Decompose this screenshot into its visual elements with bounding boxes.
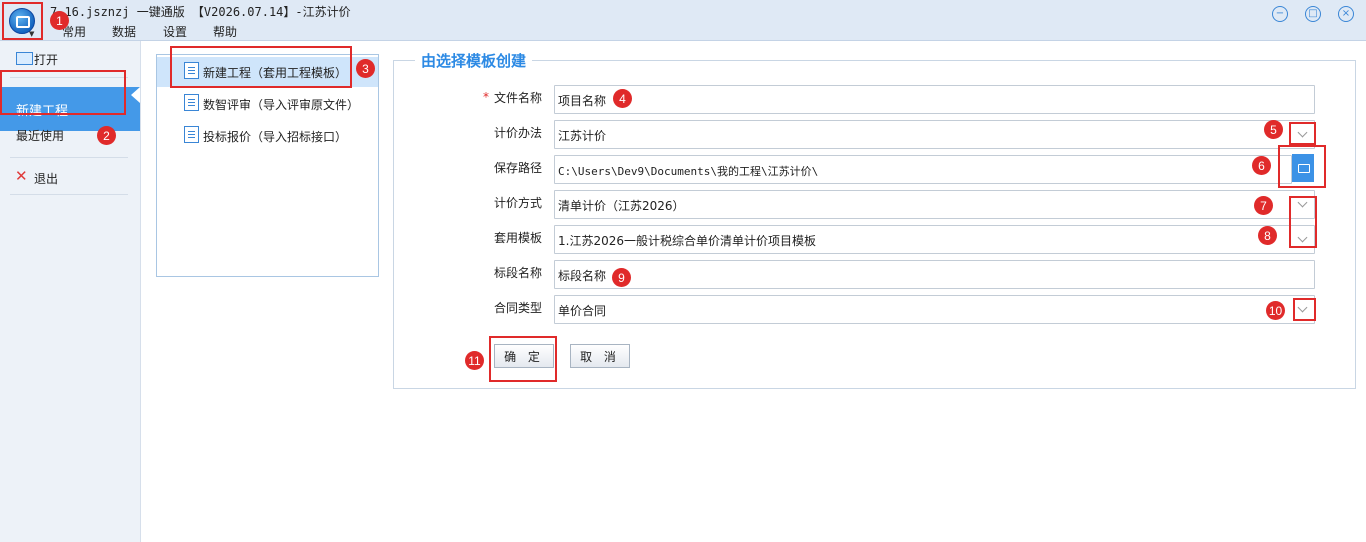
window-title: 7.16.jsznzj 一键通版 【V2026.07.14】-江苏计价 [50,5,351,19]
label-file-name: 文件名称 [493,91,542,105]
menu-help[interactable]: 帮助 [213,23,237,40]
nav-item-recent[interactable]: 最近使用 [0,119,140,149]
contract-type-select[interactable]: 单价合同 [554,295,1315,324]
label-template: 套用模板 [493,231,542,245]
annotation-box [1289,196,1317,248]
save-path-input[interactable]: C:\Users\Dev9\Documents\我的工程\江苏计价\ [554,155,1292,184]
annotation-box [489,336,557,382]
field-value: 江苏计价 [558,129,607,143]
list-item-smart-review[interactable]: 数智评审（导入评审原文件） [157,89,378,119]
field-value: 清单计价（江苏2026） [558,199,685,213]
maximize-icon[interactable]: □ [1305,6,1321,22]
label-contract-type: 合同类型 [493,301,542,315]
cancel-button[interactable]: 取 消 [570,344,630,368]
label-save-path: 保存路径 [493,161,542,175]
annotation-badge: 8 [1258,226,1277,245]
nav-item-exit[interactable]: ✕ 退出 [0,162,140,192]
annotation-box [2,2,43,40]
label-section-name: 标段名称 [493,266,542,280]
divider [10,194,128,195]
field-value: 单价合同 [558,304,607,318]
field-value: 标段名称 [558,269,607,283]
list-item-bid-quote[interactable]: 投标报价（导入招标接口） [157,121,378,151]
annotation-badge: 3 [356,59,375,78]
field-value: C:\Users\Dev9\Documents\我的工程\江苏计价\ [558,165,819,178]
annotation-badge: 5 [1264,120,1283,139]
annotation-badge: 11 [465,351,484,370]
label-pricing-mode: 计价方式 [493,196,542,210]
minimize-icon[interactable]: − [1272,6,1288,22]
annotation-box [170,46,352,88]
close-icon[interactable]: × [1338,6,1354,22]
menu-data[interactable]: 数据 [112,23,136,40]
nav-item-label: 打开 [34,53,59,67]
pricing-mode-select[interactable]: 清单计价（江苏2026） [554,190,1315,219]
annotation-box [1293,298,1316,321]
list-item-label: 投标报价（导入招标接口） [203,130,348,144]
annotation-badge: 9 [612,268,631,287]
nav-item-open[interactable]: 打开 [0,43,140,73]
pricing-method-select[interactable]: 江苏计价 [554,120,1315,149]
menu-settings[interactable]: 设置 [163,23,187,40]
annotation-box [1278,145,1326,188]
field-value: 1.江苏2026一般计税综合单价清单计价项目模板 [558,234,816,248]
annotation-badge: 10 [1266,301,1285,320]
file-name-input[interactable]: 项目名称 [554,85,1315,114]
annotation-box [1289,122,1316,145]
annotation-badge: 7 [1254,196,1273,215]
nav-item-label: 退出 [34,172,59,186]
document-icon [184,94,199,111]
field-value: 项目名称 [558,94,607,108]
divider [10,157,128,158]
close-x-icon: ✕ [15,167,28,185]
section-name-input[interactable]: 标段名称 [554,260,1315,289]
nav-item-label: 最近使用 [16,129,65,143]
template-select[interactable]: 1.江苏2026一般计税综合单价清单计价项目模板 [554,225,1315,254]
folder-icon [16,52,33,65]
list-item-label: 数智评审（导入评审原文件） [203,98,360,112]
left-nav: 打开 新建工程 最近使用 ✕ 退出 [0,41,141,542]
chart-document-icon [184,126,199,143]
form-title: 由选择模板创建 [415,50,533,71]
selection-pointer [131,87,140,103]
label-pricing-method: 计价办法 [493,126,542,140]
annotation-badge: 4 [613,89,632,108]
annotation-badge: 6 [1252,156,1271,175]
annotation-badge: 2 [97,126,116,145]
annotation-box [0,70,126,115]
annotation-badge: 1 [50,11,69,30]
